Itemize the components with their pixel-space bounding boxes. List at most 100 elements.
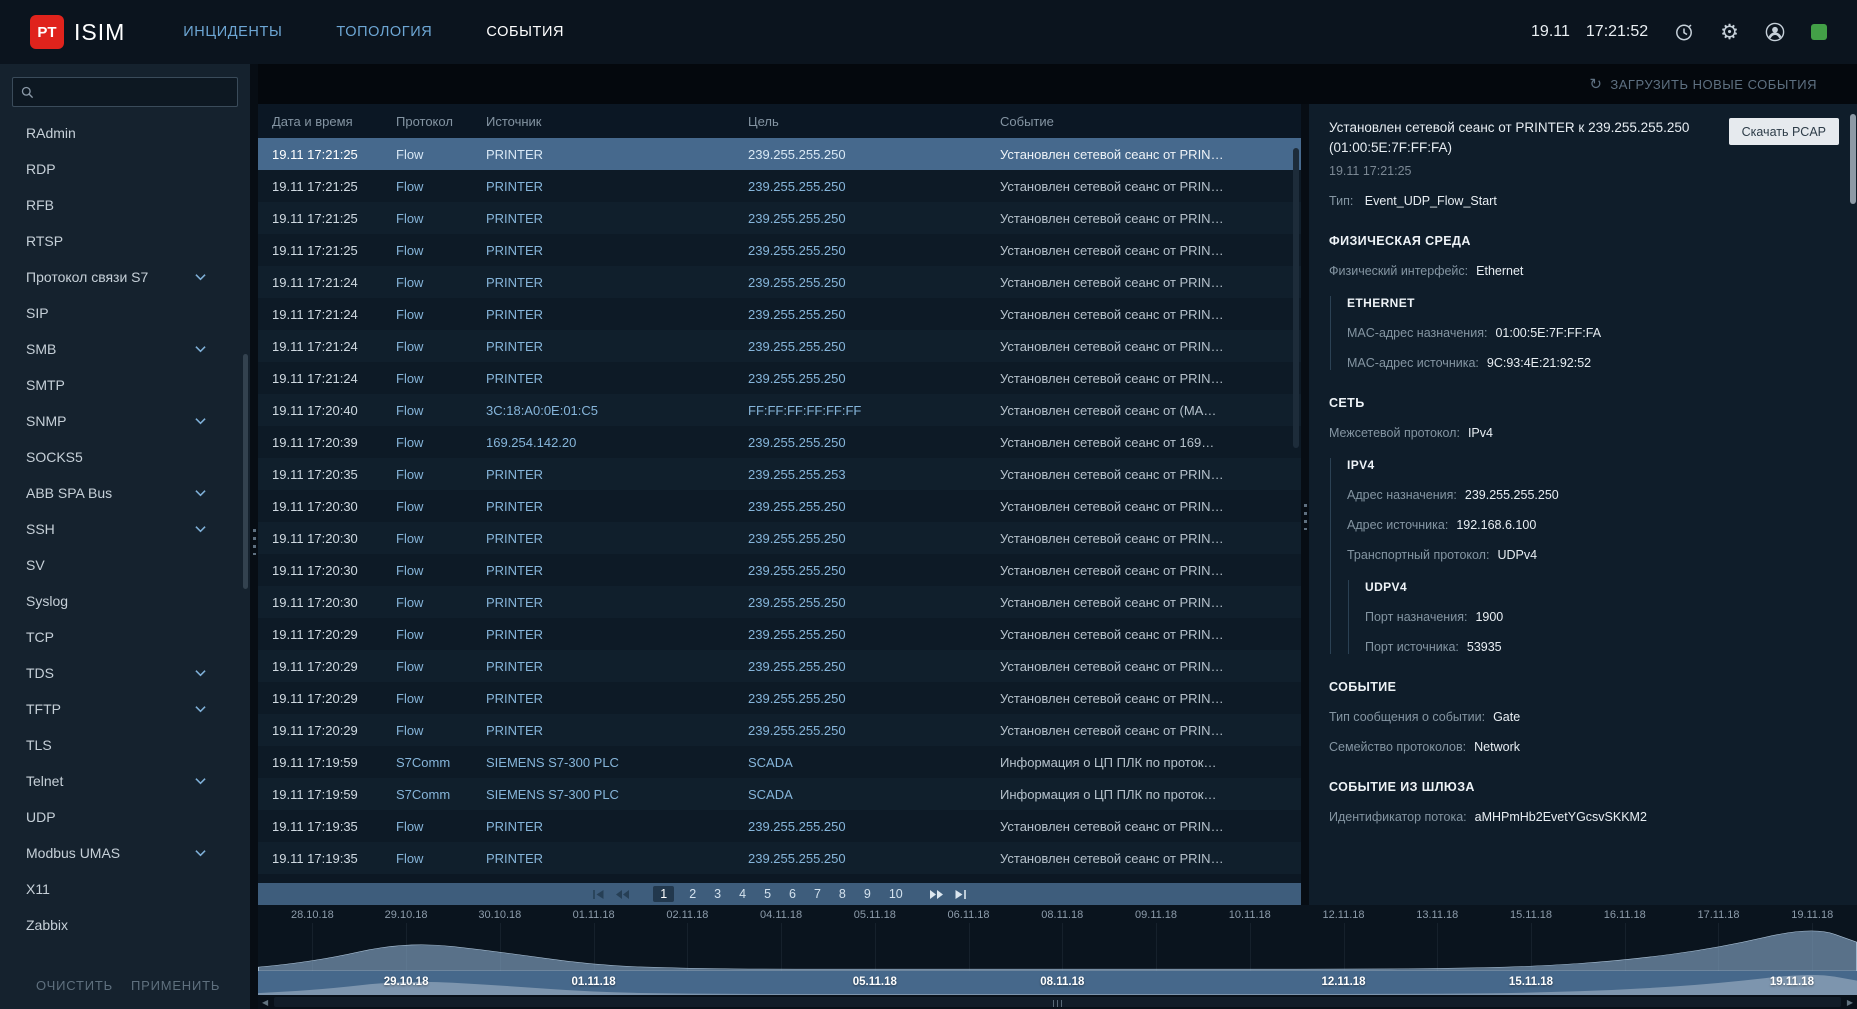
- page-number[interactable]: 8: [836, 886, 849, 902]
- protocol-search-input[interactable]: [41, 84, 229, 100]
- sidebar-item[interactable]: SOCKS5: [0, 439, 250, 475]
- cell-target[interactable]: SCADA: [734, 755, 986, 770]
- cell-source[interactable]: PRINTER: [472, 371, 734, 386]
- cell-source[interactable]: PRINTER: [472, 211, 734, 226]
- cell-target[interactable]: 239.255.255.250: [734, 435, 986, 450]
- page-number[interactable]: 3: [711, 886, 724, 902]
- cell-target[interactable]: 239.255.255.250: [734, 851, 986, 866]
- nav-tab-events[interactable]: СОБЫТИЯ: [486, 24, 564, 40]
- first-page-button[interactable]: [592, 889, 605, 900]
- last-page-button[interactable]: [954, 889, 967, 900]
- cell-source[interactable]: PRINTER: [472, 531, 734, 546]
- sidebar-item[interactable]: RFB: [0, 187, 250, 223]
- page-number[interactable]: 1: [653, 886, 675, 902]
- table-row[interactable]: 19.11 17:21:25 Flow PRINTER 239.255.255.250…: [258, 234, 1301, 266]
- chevron-down-icon[interactable]: [195, 705, 206, 713]
- system-status-indicator[interactable]: [1811, 24, 1827, 40]
- cell-source[interactable]: SIEMENS S7-300 PLC: [472, 755, 734, 770]
- cell-source[interactable]: PRINTER: [472, 499, 734, 514]
- sidebar-scrollbar-thumb[interactable]: [243, 354, 248, 589]
- cell-target[interactable]: 239.255.255.250: [734, 595, 986, 610]
- cell-source[interactable]: PRINTER: [472, 339, 734, 354]
- sidebar-item[interactable]: TFTP: [0, 691, 250, 727]
- clear-filters-button[interactable]: ОЧИСТИТЬ: [36, 978, 113, 993]
- table-row[interactable]: 19.11 17:20:30 Flow PRINTER 239.255.255.250…: [258, 490, 1301, 522]
- timeline-brush-band[interactable]: 29.10.18 01.11.18 05.11.18 08.11.18 12.11.18…: [258, 971, 1857, 995]
- sidebar-item[interactable]: RAdmin: [0, 115, 250, 151]
- cell-target[interactable]: 239.255.255.250: [734, 147, 986, 162]
- cell-target[interactable]: 239.255.255.250: [734, 179, 986, 194]
- sidebar-item[interactable]: Zabbix: [0, 907, 250, 943]
- table-row[interactable]: 19.11 17:20:29 Flow PRINTER 239.255.255.250…: [258, 714, 1301, 746]
- sidebar-item[interactable]: SV: [0, 547, 250, 583]
- table-row[interactable]: 19.11 17:20:29 Flow PRINTER 239.255.255.250…: [258, 682, 1301, 714]
- sidebar-item[interactable]: TDS: [0, 655, 250, 691]
- sidebar-item[interactable]: RTSP: [0, 223, 250, 259]
- sidebar-divider[interactable]: [250, 64, 258, 1009]
- cell-target[interactable]: 239.255.255.250: [734, 211, 986, 226]
- page-number[interactable]: 7: [811, 886, 824, 902]
- table-row[interactable]: 19.11 17:20:39 Flow 169.254.142.20 239.255.…: [258, 426, 1301, 458]
- cell-target[interactable]: 239.255.255.250: [734, 499, 986, 514]
- table-row[interactable]: 19.11 17:21:24 Flow PRINTER 239.255.255.250…: [258, 330, 1301, 362]
- load-new-events-button[interactable]: ↻ ЗАГРУЗИТЬ НОВЫЕ СОБЫТИЯ: [1589, 76, 1817, 92]
- cell-target[interactable]: 239.255.255.250: [734, 243, 986, 258]
- table-row[interactable]: 19.11 17:21:25 Flow PRINTER 239.255.255.250…: [258, 202, 1301, 234]
- table-row[interactable]: 19.11 17:19:59 S7Comm SIEMENS S7-300 PLC SC…: [258, 778, 1301, 810]
- table-row[interactable]: 19.11 17:19:35 Flow PRINTER 239.255.255.250…: [258, 842, 1301, 874]
- table-row[interactable]: 19.11 17:19:59 S7Comm SIEMENS S7-300 PLC SC…: [258, 746, 1301, 778]
- page-number[interactable]: 9: [861, 886, 874, 902]
- cell-source[interactable]: PRINTER: [472, 595, 734, 610]
- next-page-button[interactable]: [929, 889, 944, 900]
- cell-source[interactable]: PRINTER: [472, 563, 734, 578]
- chevron-down-icon[interactable]: [195, 345, 206, 353]
- table-row[interactable]: 19.11 17:20:29 Flow PRINTER 239.255.255.250…: [258, 618, 1301, 650]
- sidebar-item[interactable]: SMTP: [0, 367, 250, 403]
- hscrollbar-thumb[interactable]: [274, 997, 1841, 1007]
- table-row[interactable]: 19.11 17:20:30 Flow PRINTER 239.255.255.250…: [258, 586, 1301, 618]
- table-row[interactable]: 19.11 17:21:24 Flow PRINTER 239.255.255.250…: [258, 362, 1301, 394]
- table-row[interactable]: 19.11 17:20:30 Flow PRINTER 239.255.255.250…: [258, 554, 1301, 586]
- pt-logo[interactable]: PT ISIM: [30, 15, 125, 49]
- table-row[interactable]: 19.11 17:19:35 Flow PRINTER 239.255.255.250…: [258, 810, 1301, 842]
- cell-source[interactable]: SIEMENS S7-300 PLC: [472, 787, 734, 802]
- nav-tab-topology[interactable]: ТОПОЛОГИЯ: [336, 24, 432, 40]
- cell-source[interactable]: PRINTER: [472, 467, 734, 482]
- prev-page-button[interactable]: [615, 889, 630, 900]
- sidebar-item[interactable]: TLS: [0, 727, 250, 763]
- table-row[interactable]: 19.11 17:20:30 Flow PRINTER 239.255.255.250…: [258, 522, 1301, 554]
- user-profile-icon[interactable]: [1765, 22, 1785, 42]
- cell-source[interactable]: 3C:18:A0:0E:01:C5: [472, 403, 734, 418]
- sidebar-item[interactable]: UDP: [0, 799, 250, 835]
- column-header-protocol[interactable]: Протокол: [382, 114, 472, 129]
- page-number[interactable]: 4: [736, 886, 749, 902]
- cell-target[interactable]: 239.255.255.250: [734, 691, 986, 706]
- column-header-datetime[interactable]: Дата и время: [258, 114, 382, 129]
- cell-source[interactable]: PRINTER: [472, 691, 734, 706]
- sidebar-item[interactable]: SMB: [0, 331, 250, 367]
- sidebar-item[interactable]: SIP: [0, 295, 250, 331]
- page-number[interactable]: 10: [886, 886, 906, 902]
- sidebar-item[interactable]: TCP: [0, 619, 250, 655]
- table-row[interactable]: 19.11 17:20:29 Flow PRINTER 239.255.255.250…: [258, 650, 1301, 682]
- cell-target[interactable]: FF:FF:FF:FF:FF:FF: [734, 403, 986, 418]
- page-number[interactable]: 6: [786, 886, 799, 902]
- table-scrollbar-thumb[interactable]: [1293, 148, 1299, 448]
- cell-source[interactable]: PRINTER: [472, 147, 734, 162]
- chevron-down-icon[interactable]: [195, 525, 206, 533]
- cell-source[interactable]: PRINTER: [472, 659, 734, 674]
- chevron-down-icon[interactable]: [195, 849, 206, 857]
- chevron-down-icon[interactable]: [195, 669, 206, 677]
- cell-source[interactable]: PRINTER: [472, 307, 734, 322]
- download-pcap-button[interactable]: Скачать PCAP: [1728, 118, 1839, 145]
- table-row[interactable]: 19.11 17:21:24 Flow PRINTER 239.255.255.250…: [258, 266, 1301, 298]
- cell-target[interactable]: 239.255.255.250: [734, 659, 986, 674]
- sidebar-item[interactable]: ABB SPA Bus: [0, 475, 250, 511]
- cell-target[interactable]: 239.255.255.250: [734, 339, 986, 354]
- table-row[interactable]: 19.11 17:20:35 Flow PRINTER 239.255.255.253…: [258, 458, 1301, 490]
- chevron-down-icon[interactable]: [195, 417, 206, 425]
- chevron-down-icon[interactable]: [195, 489, 206, 497]
- details-scrollbar-thumb[interactable]: [1850, 114, 1856, 204]
- column-header-target[interactable]: Цель: [734, 114, 986, 129]
- cell-source[interactable]: 169.254.142.20: [472, 435, 734, 450]
